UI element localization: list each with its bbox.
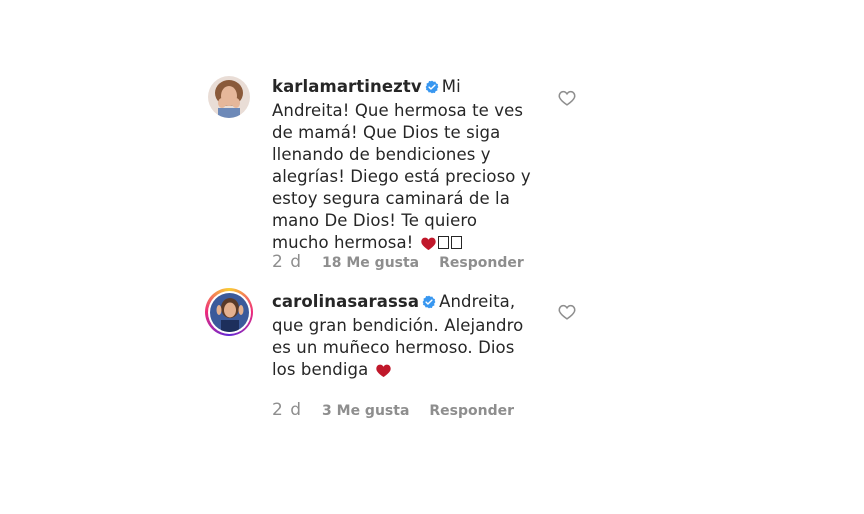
- like-button[interactable]: [558, 304, 576, 320]
- heart-outline-icon: [558, 304, 576, 320]
- comment-username[interactable]: carolinasarassa: [272, 292, 419, 311]
- comment-username[interactable]: karlamartineztv: [272, 77, 422, 96]
- comment-text-block: karlamartineztv Mi Andreita! Que hermosa …: [272, 76, 534, 256]
- missing-glyph-icon: [450, 236, 462, 249]
- missing-glyph-icon: [437, 236, 449, 249]
- red-heart-emoji-icon: [376, 361, 391, 383]
- avatar[interactable]: [208, 76, 250, 118]
- comment-meta: 2 d 18 Me gusta Responder: [272, 252, 524, 272]
- comment-like-count[interactable]: 18 Me gusta: [322, 255, 419, 271]
- comment-timestamp[interactable]: 2 d: [272, 400, 302, 420]
- comment-body: Mi Andreita! Que hermosa te ves de mamá!…: [272, 77, 531, 252]
- reply-button[interactable]: Responder: [439, 255, 524, 271]
- comment-meta: 2 d 3 Me gusta Responder: [272, 400, 514, 420]
- reply-button[interactable]: Responder: [429, 403, 514, 419]
- comment-text-block: carolinasarassa Andreita, que gran bendic…: [272, 291, 534, 383]
- like-button[interactable]: [558, 90, 576, 106]
- verified-badge-icon: [425, 78, 439, 100]
- heart-outline-icon: [558, 90, 576, 106]
- comment-timestamp[interactable]: 2 d: [272, 252, 302, 272]
- verified-badge-icon: [422, 293, 436, 315]
- avatar[interactable]: [205, 288, 253, 336]
- comment-like-count[interactable]: 3 Me gusta: [322, 403, 409, 419]
